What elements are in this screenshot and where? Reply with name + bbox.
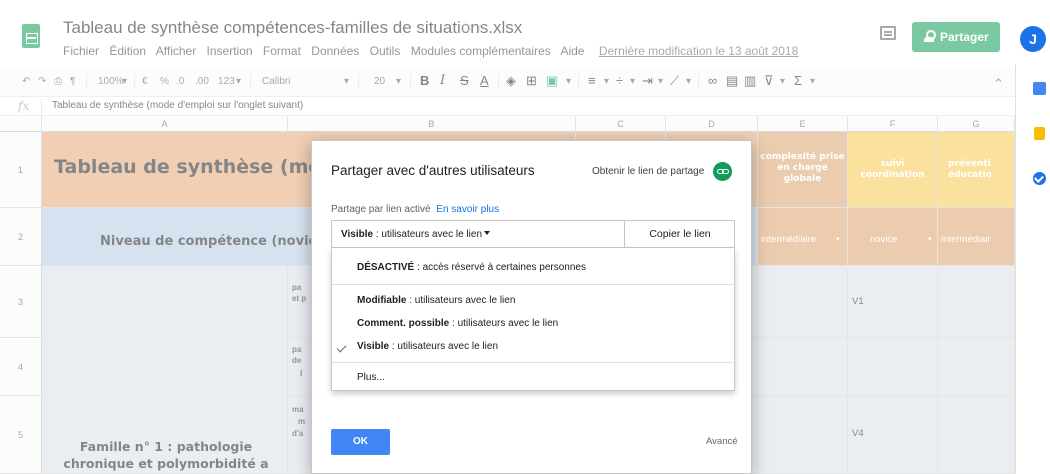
option-rest: : utilisateurs avec le lien (406, 295, 516, 306)
option-rest: : utilisateurs avec le lien (389, 341, 499, 352)
access-select-rest: : utilisateurs avec le lien (373, 229, 483, 240)
option-bold: Visible (357, 341, 390, 352)
chevron-down-icon[interactable] (484, 231, 490, 235)
side-panel (1015, 64, 1050, 474)
link-access-select[interactable]: Visible : utilisateurs avec le lien Copi… (331, 220, 735, 248)
menu-option-comment[interactable]: Comment. possible : utilisateurs avec le… (357, 318, 558, 329)
share-dialog: Partager avec d'autres utilisateurs Obte… (311, 140, 752, 474)
option-bold: DÉSACTIVÉ (357, 262, 415, 273)
dialog-title: Partager avec d'autres utilisateurs (331, 163, 535, 178)
calendar-icon[interactable] (1033, 82, 1046, 95)
get-link-button[interactable]: Obtenir le lien de partage (592, 166, 704, 177)
access-menu: DÉSACTIVÉ : accès réservé à certaines pe… (331, 248, 736, 391)
option-rest: : accès réservé à certaines personnes (414, 262, 586, 273)
menu-option-view[interactable]: Visible : utilisateurs avec le lien (357, 341, 498, 352)
access-select-label: Visible : utilisateurs avec le lien (341, 229, 482, 240)
learn-more-link[interactable]: En savoir plus (436, 204, 499, 215)
option-bold: Comment. possible (357, 318, 450, 329)
advanced-link[interactable]: Avancé (706, 436, 738, 447)
menu-option-more[interactable]: Plus... (357, 372, 385, 383)
check-icon (336, 342, 347, 353)
menu-option-off[interactable]: DÉSACTIVÉ : accès réservé à certaines pe… (357, 262, 586, 273)
link-status: Partage par lien activé En savoir plus (331, 204, 499, 215)
keep-icon[interactable] (1034, 127, 1045, 140)
link-status-text: Partage par lien activé (331, 204, 431, 215)
avatar[interactable]: J (1020, 26, 1046, 52)
menu-option-edit[interactable]: Modifiable : utilisateurs avec le lien (357, 295, 515, 306)
access-select-bold: Visible (341, 229, 374, 240)
option-rest: Plus... (357, 372, 385, 383)
menu-separator (332, 362, 736, 363)
tasks-icon[interactable] (1033, 172, 1046, 185)
copy-link-button[interactable]: Copier le lien (624, 221, 735, 247)
ok-button[interactable]: OK (331, 429, 390, 455)
option-bold: Modifiable (357, 295, 407, 306)
link-icon[interactable] (713, 162, 732, 181)
option-rest: : utilisateurs avec le lien (449, 318, 559, 329)
menu-separator (332, 284, 736, 285)
